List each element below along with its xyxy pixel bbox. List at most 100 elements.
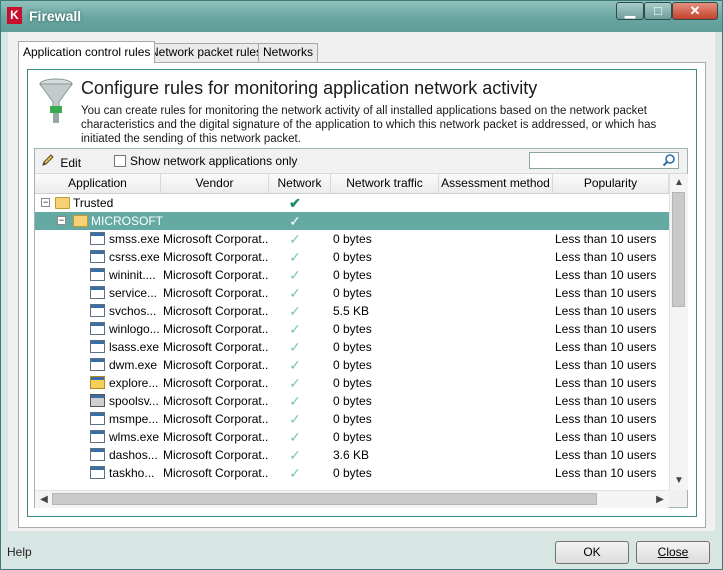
- ok-button[interactable]: OK: [555, 541, 629, 564]
- table-row[interactable]: taskho... Microsoft Corporat... ✓ 0 bytes Le…: [35, 464, 669, 482]
- tab-application-control-rules[interactable]: Application control rules: [18, 41, 156, 63]
- app-icon: [90, 322, 105, 335]
- network-traffic-value: 5.5 KB: [333, 304, 370, 318]
- app-icon: [90, 340, 105, 353]
- network-allowed-icon[interactable]: ✓: [287, 392, 303, 410]
- horizontal-scroll-thumb[interactable]: [52, 493, 597, 505]
- column-network-traffic[interactable]: Network traffic: [331, 174, 439, 193]
- page-title: Configure rules for monitoring applicati…: [81, 78, 538, 98]
- tab-network-packet-rules[interactable]: Network packet rules: [145, 43, 268, 62]
- table-row[interactable]: svchos... Microsoft Corporat... ✓ 5.5 KB Les…: [35, 302, 669, 320]
- group-label: Trusted: [73, 196, 114, 210]
- scroll-left-icon[interactable]: ◀: [35, 491, 53, 508]
- scroll-right-icon[interactable]: ▶: [651, 491, 669, 508]
- folder-icon: [55, 197, 70, 209]
- search-icon[interactable]: [662, 153, 676, 167]
- popularity-value: Less than 10 users: [555, 394, 657, 408]
- title-bar[interactable]: K Firewall ▁ □ ✕: [1, 1, 722, 32]
- help-link[interactable]: Help: [7, 545, 32, 559]
- horizontal-scrollbar[interactable]: ◀ ▶: [35, 490, 669, 508]
- network-traffic-value: 0 bytes: [333, 340, 372, 354]
- table-row[interactable]: dashos... Microsoft Corporat... ✓ 3.6 KB Les…: [35, 446, 669, 464]
- app-icon: [90, 232, 105, 245]
- funnel-filter-icon: [39, 78, 73, 123]
- column-popularity[interactable]: Popularity: [553, 174, 669, 193]
- network-allowed-icon[interactable]: ✓: [287, 446, 303, 464]
- scroll-up-icon[interactable]: ▲: [670, 174, 688, 191]
- table-row[interactable]: explore... Microsoft Corporat... ✓ 0 bytes L…: [35, 374, 669, 392]
- grid-toolbar: Edit Show network applications only: [35, 149, 687, 174]
- network-allowed-icon[interactable]: ✓: [287, 338, 303, 356]
- network-allowed-icon[interactable]: ✓: [287, 230, 303, 248]
- close-window-button[interactable]: ✕: [672, 2, 718, 20]
- column-assessment-method[interactable]: Assessment method: [439, 174, 553, 193]
- application-name: spoolsv...: [109, 394, 159, 408]
- network-allowed-icon[interactable]: ✓: [287, 248, 303, 266]
- table-row[interactable]: msmpe... Microsoft Corporat... ✓ 0 bytes Les…: [35, 410, 669, 428]
- app-icon: [90, 268, 105, 281]
- window-title: Firewall: [29, 8, 82, 24]
- column-application[interactable]: Application: [35, 174, 161, 193]
- application-name: lsass.exe: [109, 340, 160, 354]
- table-row[interactable]: csrss.exe Microsoft Corporat... ✓ 0 bytes Le…: [35, 248, 669, 266]
- show-network-only-toggle[interactable]: Show network applications only: [114, 153, 297, 169]
- network-allowed-icon[interactable]: ✓: [287, 428, 303, 446]
- scroll-corner: [669, 490, 687, 507]
- maximize-button[interactable]: □: [644, 2, 672, 20]
- collapse-icon[interactable]: −: [41, 198, 50, 207]
- column-vendor[interactable]: Vendor: [161, 174, 269, 193]
- show-network-only-checkbox[interactable]: [114, 155, 126, 167]
- table-row[interactable]: winlogo... Microsoft Corporat... ✓ 0 bytes L…: [35, 320, 669, 338]
- table-row[interactable]: dwm.exe Microsoft Corporat... ✓ 0 bytes Less…: [35, 356, 669, 374]
- application-name: csrss.exe: [109, 250, 160, 264]
- app-icon: [90, 412, 105, 425]
- popularity-value: Less than 10 users: [555, 376, 657, 390]
- popularity-value: Less than 10 users: [555, 322, 657, 336]
- network-allowed-icon[interactable]: ✓: [287, 464, 303, 482]
- edit-button[interactable]: Edit: [41, 153, 81, 170]
- network-allowed-icon[interactable]: ✓: [287, 266, 303, 284]
- table-row[interactable]: service... Microsoft Corporat... ✓ 0 bytes L…: [35, 284, 669, 302]
- app-icon: [90, 358, 105, 371]
- rule-rows: − Trusted ✔ − MICROSOFT ✓ smss.exe Micros…: [35, 194, 669, 491]
- client-area: Application control rules Network packet…: [8, 32, 715, 531]
- network-allowed-icon[interactable]: ✓: [287, 302, 303, 320]
- column-network[interactable]: Network: [269, 174, 331, 193]
- tree-group-trusted[interactable]: − Trusted ✔: [35, 194, 669, 212]
- table-row[interactable]: wlms.exe Microsoft Corporat... ✓ 0 bytes Les…: [35, 428, 669, 446]
- network-allowed-icon[interactable]: ✓: [287, 284, 303, 302]
- folder-icon: [73, 215, 88, 227]
- table-row[interactable]: smss.exe Microsoft Corporat... ✓ 0 bytes Les…: [35, 230, 669, 248]
- table-row[interactable]: lsass.exe Microsoft Corporat... ✓ 0 bytes Le…: [35, 338, 669, 356]
- table-row[interactable]: spoolsv... Microsoft Corporat... ✓ 0 bytes L…: [35, 392, 669, 410]
- vendor-name: Microsoft Corporat...: [163, 340, 269, 354]
- app-icon: [90, 466, 105, 479]
- network-allowed-icon[interactable]: ✓: [287, 410, 303, 428]
- popularity-value: Less than 10 users: [555, 358, 657, 372]
- popularity-value: Less than 10 users: [555, 340, 657, 354]
- vertical-scrollbar[interactable]: ▲ ▼: [669, 174, 688, 490]
- network-inherited-icon: ✓: [289, 213, 301, 229]
- vendor-name: Microsoft Corporat...: [163, 466, 269, 480]
- popularity-value: Less than 10 users: [555, 466, 657, 480]
- vertical-scroll-thumb[interactable]: [672, 192, 685, 307]
- rules-panel: Configure rules for monitoring applicati…: [27, 69, 697, 517]
- table-row[interactable]: wininit.... Microsoft Corporat... ✓ 0 bytes…: [35, 266, 669, 284]
- close-button[interactable]: Close: [636, 541, 710, 564]
- tab-networks[interactable]: Networks: [258, 43, 319, 62]
- vendor-name: Microsoft Corporat...: [163, 430, 269, 444]
- scroll-down-icon[interactable]: ▼: [670, 472, 688, 489]
- show-network-only-label: Show network applications only: [130, 154, 298, 168]
- network-traffic-value: 0 bytes: [333, 394, 372, 408]
- network-allowed-icon[interactable]: ✓: [287, 374, 303, 392]
- network-allowed-icon[interactable]: ✓: [287, 356, 303, 374]
- minimize-button[interactable]: ▁: [616, 2, 644, 20]
- column-header: Application Vendor Network Network traff…: [35, 174, 669, 194]
- collapse-icon[interactable]: −: [57, 216, 66, 225]
- application-name: wlms.exe: [109, 430, 160, 444]
- network-allowed-icon[interactable]: ✓: [287, 320, 303, 338]
- tree-group-microsoft[interactable]: − MICROSOFT ✓: [35, 212, 669, 230]
- search-input[interactable]: [529, 152, 679, 169]
- application-name: dashos...: [109, 448, 158, 462]
- network-traffic-value: 0 bytes: [333, 376, 372, 390]
